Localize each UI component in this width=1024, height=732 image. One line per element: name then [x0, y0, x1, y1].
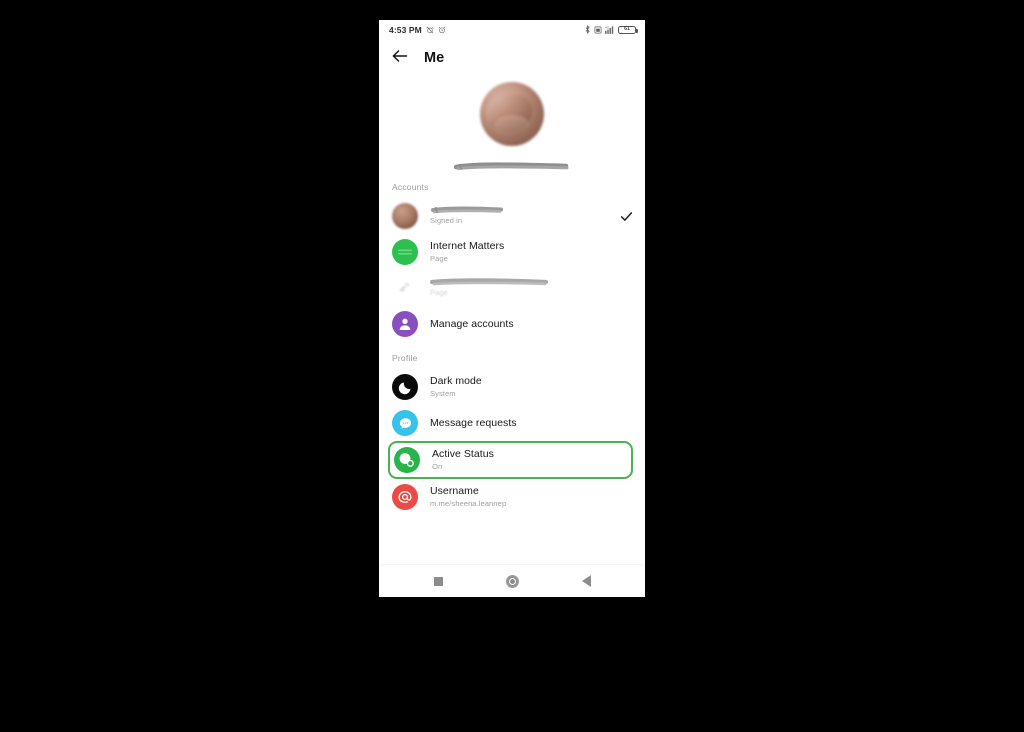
manage-accounts-text: Manage accounts: [430, 318, 625, 331]
android-navigation-bar: [379, 564, 645, 597]
dark-mode-value: System: [430, 389, 456, 398]
at-sign-icon: [398, 491, 412, 503]
page-glyph-icon: [398, 249, 412, 255]
moon-icon: [398, 382, 410, 394]
dark-mode-avatar: [392, 374, 418, 400]
status-bar: 4:53 PM 4G 61: [379, 20, 645, 40]
account-row-text: Internet Matters Page: [430, 240, 625, 264]
settings-row-message-requests[interactable]: Message requests: [379, 405, 645, 441]
battery-level-text: 61: [624, 26, 630, 33]
manage-accounts-row[interactable]: Manage accounts: [379, 306, 645, 342]
account-name-redacted: [430, 206, 612, 215]
active-status-icon: [399, 453, 414, 467]
account-row-signed-in[interactable]: Signed in: [379, 198, 645, 234]
settings-content: Accounts Signed in Internet Matters Page…: [379, 76, 645, 564]
account-row-page-redacted[interactable]: Page: [379, 270, 645, 306]
settings-row-active-status[interactable]: Active Status On: [388, 441, 633, 479]
account-status-label: Signed in: [430, 216, 463, 225]
home-circle-icon[interactable]: [501, 570, 523, 592]
status-bar-clock: 4:53 PM: [389, 25, 422, 35]
username-label: Username: [430, 485, 479, 497]
active-status-avatar: [394, 447, 420, 473]
active-status-text: Active Status On: [432, 448, 615, 472]
profile-name-redacted: [453, 162, 571, 171]
manage-accounts-avatar: [392, 311, 418, 337]
bluetooth-icon: [584, 21, 591, 39]
person-icon: [399, 318, 411, 330]
account-row-internet-matters[interactable]: Internet Matters Page: [379, 234, 645, 270]
account-selected-indicator: [620, 211, 633, 222]
section-header-profile: Profile: [392, 353, 418, 363]
section-header-accounts: Accounts: [392, 182, 429, 192]
page-avatar-redacted: [392, 275, 418, 301]
active-status-value: On: [432, 462, 443, 471]
message-requests-avatar: [392, 410, 418, 436]
account-row-text: Signed in: [430, 206, 612, 226]
settings-row-dark-mode[interactable]: Dark mode System: [379, 369, 645, 405]
signal-icon: 4G: [605, 21, 615, 39]
manage-accounts-label: Manage accounts: [430, 317, 514, 330]
message-requests-text: Message requests: [430, 417, 625, 430]
page-title: Me: [424, 50, 445, 66]
profile-header: [379, 76, 645, 171]
account-row-text: Page: [430, 278, 625, 298]
account-type-label: Page: [430, 288, 448, 297]
sim-icon: [594, 21, 602, 39]
page-avatar-internet-matters: [392, 239, 418, 265]
svg-text:4G: 4G: [605, 25, 610, 29]
dark-mode-label: Dark mode: [430, 375, 482, 387]
back-arrow-icon[interactable]: [392, 49, 408, 68]
home-circle-glyph: [505, 574, 519, 588]
recents-square-icon[interactable]: [427, 570, 449, 592]
recents-square-glyph: [433, 576, 443, 586]
status-bar-left: 4:53 PM: [389, 21, 446, 39]
status-bar-right: 4G 61: [584, 21, 638, 39]
avatar[interactable]: [480, 82, 544, 146]
phone-screen: 4:53 PM 4G 61 Me Accounts Signed in Inte…: [379, 20, 645, 597]
back-triangle-icon[interactable]: [575, 570, 597, 592]
username-text: Username m.me/sheena.leannep: [430, 485, 625, 509]
account-name-redacted: [430, 278, 625, 287]
redacted-avatar-icon: [399, 283, 409, 292]
battery-icon: 61: [618, 26, 638, 34]
check-icon: [620, 211, 633, 221]
message-requests-label: Message requests: [430, 416, 517, 429]
clock-icon: [438, 21, 446, 39]
account-avatar: [392, 203, 418, 229]
app-bar: Me: [379, 40, 645, 76]
dark-mode-text: Dark mode System: [430, 375, 625, 399]
chat-bubble-icon: [399, 417, 411, 429]
username-avatar: [392, 484, 418, 510]
active-status-label: Active Status: [432, 448, 494, 460]
back-triangle-glyph: [581, 575, 591, 587]
settings-row-username[interactable]: Username m.me/sheena.leannep: [379, 479, 645, 515]
account-type-label: Page: [430, 254, 448, 263]
account-name: Internet Matters: [430, 240, 505, 252]
alarm-muted-icon: [426, 21, 434, 39]
username-value: m.me/sheena.leannep: [430, 499, 507, 508]
